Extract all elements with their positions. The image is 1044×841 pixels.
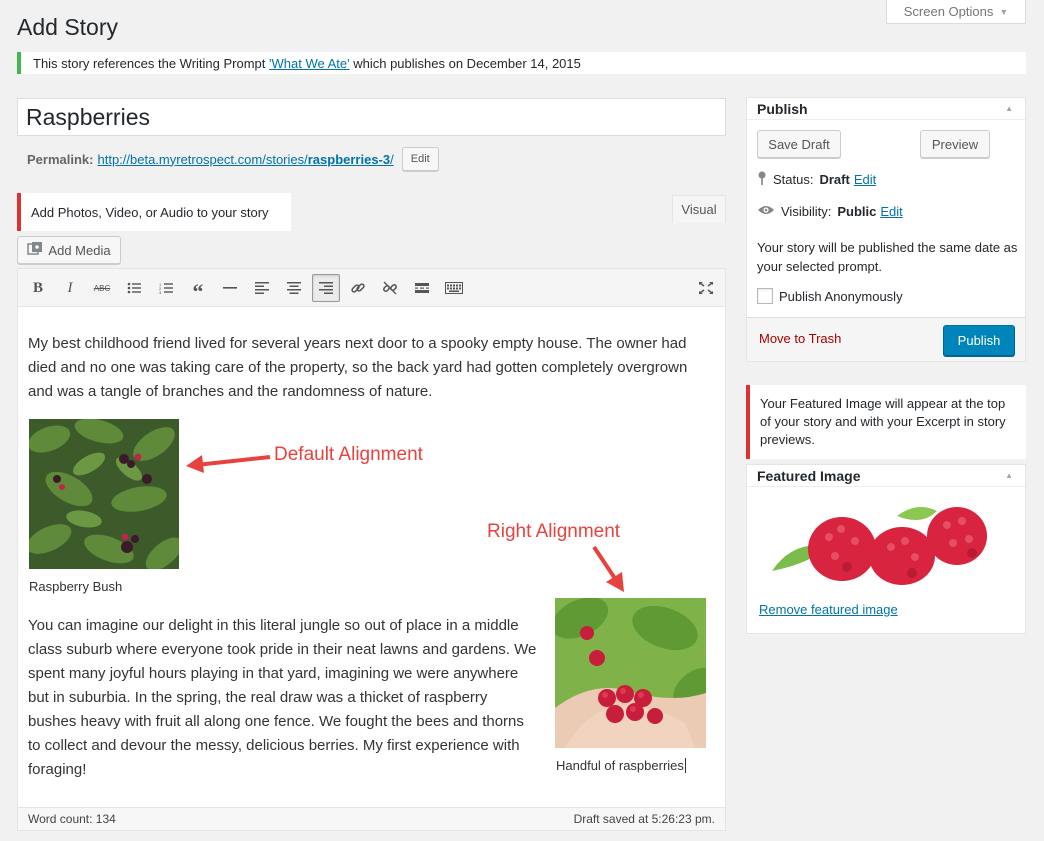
permalink-slug: raspberries-3 bbox=[307, 151, 391, 167]
image-2-caption: Handful of raspberries​ bbox=[556, 758, 686, 773]
permalink-label: Permalink: bbox=[27, 151, 94, 167]
notice-prefix: This story references the Writing Prompt bbox=[33, 55, 270, 71]
handful-of-raspberries-image[interactable] bbox=[555, 598, 706, 748]
anonymous-row: Publish Anonymously bbox=[757, 288, 903, 304]
publish-anonymously-label[interactable]: Publish Anonymously bbox=[779, 289, 903, 304]
annotation-right-alignment: Right Alignment bbox=[487, 521, 621, 542]
page-title: Add Story bbox=[17, 14, 118, 40]
status-value: Draft bbox=[819, 172, 850, 187]
horizontal-line-icon[interactable] bbox=[216, 274, 244, 302]
visibility-edit-link[interactable]: Edit bbox=[880, 204, 902, 219]
collapse-arrow-icon[interactable]: ▲ bbox=[1005, 104, 1013, 113]
prompt-notice: This story references the Writing Prompt… bbox=[17, 52, 1026, 74]
word-count: Word count: 134 bbox=[28, 812, 116, 826]
image-2-caption-text: Handful of raspberries bbox=[556, 758, 684, 773]
visibility-label: Visibility: bbox=[781, 204, 832, 219]
publish-box: Publish ▲ Save Draft Preview Status: Dra… bbox=[746, 97, 1026, 362]
align-right-icon[interactable] bbox=[312, 274, 340, 302]
read-more-icon[interactable] bbox=[408, 274, 436, 302]
media-notice: Add Photos, Video, or Audio to your stor… bbox=[17, 193, 291, 231]
visibility-value: Public bbox=[837, 204, 877, 219]
permalink-link[interactable]: http://beta.myretrospect.com/stories/ras… bbox=[97, 152, 393, 167]
post-title-input[interactable]: Raspberries bbox=[17, 98, 726, 136]
annotation-default-alignment: Default Alignment bbox=[274, 444, 423, 465]
featured-raspberry-image[interactable] bbox=[767, 501, 999, 585]
chevron-down-icon: ▼ bbox=[999, 6, 1009, 17]
screen-options-button[interactable]: Screen Options ▼ bbox=[886, 0, 1026, 24]
publish-heading: Publish bbox=[757, 100, 808, 117]
strikethrough-icon[interactable]: ABC bbox=[88, 274, 116, 302]
status-label: Status: bbox=[773, 172, 814, 187]
add-media-label: Add Media bbox=[48, 242, 111, 258]
insert-link-icon[interactable] bbox=[344, 274, 372, 302]
pin-icon bbox=[757, 170, 767, 189]
prompt-link[interactable]: 'What We Ate' bbox=[269, 56, 350, 71]
paragraph-2: You can imagine our delight in this lite… bbox=[28, 617, 537, 778]
publish-box-heading[interactable]: Publish bbox=[747, 98, 1025, 120]
visibility-row: Visibility: Public Edit bbox=[757, 204, 903, 219]
permalink: Permalink: http://beta.myretrospect.com/… bbox=[27, 147, 439, 171]
image-1-caption: Raspberry Bush bbox=[29, 579, 123, 594]
eye-icon bbox=[757, 204, 775, 219]
featured-image-box: Featured Image ▲ Remove featured image bbox=[746, 464, 1026, 634]
align-center-icon[interactable] bbox=[280, 274, 308, 302]
preview-button[interactable]: Preview bbox=[920, 130, 990, 158]
content-editor[interactable]: B I ABC 123 “ My best childhood friend l… bbox=[17, 268, 726, 831]
add-media-button[interactable]: Add Media bbox=[17, 236, 121, 264]
remove-featured-image-link[interactable]: Remove featured image bbox=[759, 602, 898, 617]
remove-link-icon[interactable] bbox=[376, 274, 404, 302]
publish-button[interactable]: Publish bbox=[943, 325, 1015, 356]
toolbar-toggle-icon[interactable] bbox=[440, 274, 468, 302]
raspberry-bush-image[interactable] bbox=[29, 419, 179, 569]
svg-text:3: 3 bbox=[159, 290, 162, 294]
paragraph-1: My best childhood friend lived for sever… bbox=[28, 335, 688, 400]
publish-actions: Move to Trash Publish bbox=[747, 317, 1025, 361]
arrow-down-icon bbox=[592, 545, 624, 592]
featured-image-notice: Your Featured Image will appear at the t… bbox=[746, 385, 1026, 459]
status-row: Status: Draft Edit bbox=[757, 170, 876, 189]
bold-icon[interactable]: B bbox=[24, 274, 52, 302]
align-left-icon[interactable] bbox=[248, 274, 276, 302]
featured-image-heading-bar[interactable]: Featured Image bbox=[747, 465, 1025, 487]
notice-suffix: which publishes on December 14, 2015 bbox=[349, 55, 581, 71]
move-to-trash-link[interactable]: Move to Trash bbox=[759, 331, 841, 346]
arrow-left-icon bbox=[186, 455, 271, 473]
add-media-icon bbox=[27, 241, 43, 260]
collapse-arrow-icon[interactable]: ▲ bbox=[1005, 471, 1013, 480]
permalink-tail: / bbox=[390, 151, 394, 167]
fullscreen-icon[interactable] bbox=[692, 274, 720, 302]
save-draft-button[interactable]: Save Draft bbox=[757, 130, 841, 158]
editor-toolbar: B I ABC 123 “ bbox=[18, 269, 725, 307]
editor-content[interactable]: My best childhood friend lived for sever… bbox=[18, 307, 725, 807]
permalink-url: http://beta.myretrospect.com/stories/ bbox=[97, 151, 308, 167]
tab-visual[interactable]: Visual bbox=[672, 195, 726, 223]
italic-icon[interactable]: I bbox=[56, 274, 84, 302]
publish-anonymously-checkbox[interactable] bbox=[757, 288, 773, 304]
screen-options-label: Screen Options bbox=[903, 4, 994, 19]
publish-note: Your story will be published the same da… bbox=[757, 240, 1018, 274]
permalink-edit-button[interactable]: Edit bbox=[401, 147, 439, 171]
text-cursor: ​ bbox=[684, 758, 686, 773]
numbered-list-icon[interactable]: 123 bbox=[152, 274, 180, 302]
blockquote-icon[interactable]: “ bbox=[184, 274, 212, 304]
draft-saved-status: Draft saved at 5:26:23 pm. bbox=[573, 812, 715, 826]
editor-status-bar: Word count: 134 Draft saved at 5:26:23 p… bbox=[18, 807, 725, 830]
featured-image-heading: Featured Image bbox=[757, 467, 861, 484]
status-edit-link[interactable]: Edit bbox=[854, 172, 876, 187]
bullet-list-icon[interactable] bbox=[120, 274, 148, 302]
